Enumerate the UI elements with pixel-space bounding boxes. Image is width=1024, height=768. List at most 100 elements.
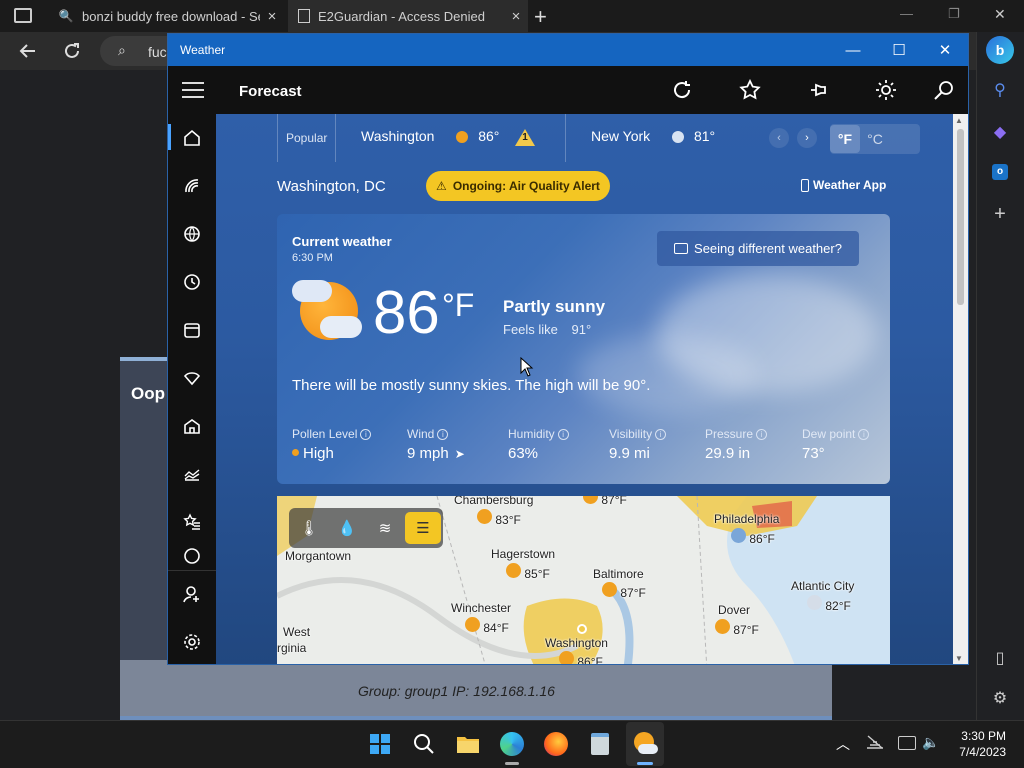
scroll-up-arrow-icon[interactable]: ▲ xyxy=(955,116,963,125)
network-icon[interactable] xyxy=(866,735,884,749)
partly-sunny-icon xyxy=(456,130,474,146)
browser-minimize-button[interactable]: — xyxy=(900,6,913,21)
windows-start-icon[interactable] xyxy=(362,725,398,763)
pin-icon[interactable] xyxy=(800,74,836,106)
strip-next-arrow-icon[interactable]: › xyxy=(797,128,817,148)
add-sidebar-app-icon[interactable]: + xyxy=(976,196,1024,232)
back-button[interactable] xyxy=(10,32,46,70)
nav-home-property-icon[interactable] xyxy=(168,402,216,450)
wind-icon[interactable]: ≋ xyxy=(367,512,403,544)
partly-sunny-icon xyxy=(506,563,521,578)
scrollbar-thumb[interactable] xyxy=(957,129,964,305)
browser-close-button[interactable]: ✕ xyxy=(994,6,1006,23)
hamburger-menu-icon[interactable] xyxy=(182,82,204,103)
seeing-different-text: Seeing different weather? xyxy=(694,241,842,256)
location-chip-new-york[interactable]: New York 81° xyxy=(591,128,715,146)
search-icon[interactable] xyxy=(926,74,962,106)
weather-app-icon[interactable] xyxy=(627,725,663,763)
weather-map[interactable]: Chambersburg 83°F 87°F Philadelphia 86°F… xyxy=(277,496,890,664)
strip-divider xyxy=(277,114,278,162)
system-clock[interactable]: 3:30 PM 7/4/2023 xyxy=(952,728,1006,760)
map-city-label: Dover xyxy=(718,603,751,617)
temperature-icon[interactable]: 🌡 xyxy=(291,512,327,544)
info-icon: i xyxy=(437,429,449,440)
search-icon[interactable] xyxy=(406,725,442,763)
nav-account-icon[interactable] xyxy=(168,570,216,618)
volume-icon[interactable]: 🔈 xyxy=(922,734,939,751)
nav-favorites-icon[interactable] xyxy=(168,498,216,546)
location-chip-washington[interactable]: Washington 86° 1 xyxy=(361,128,536,146)
address-text[interactable]: fuc xyxy=(148,44,167,60)
map-temp-label: 87°F xyxy=(715,619,759,637)
browser-tab-search[interactable]: 🔍 bonzi buddy free download - Se × xyxy=(48,0,284,32)
file-explorer-icon[interactable] xyxy=(450,725,486,763)
settings-icon[interactable]: ⚙ xyxy=(976,680,1024,716)
alert-count: 1 xyxy=(522,131,528,143)
metric-dewpoint-label: Dew point i xyxy=(802,427,870,441)
refresh-button[interactable] xyxy=(54,32,90,70)
metric-pressure-value: 29.9 in xyxy=(705,445,751,462)
nav-trends-icon[interactable] xyxy=(168,450,216,498)
maximize-button[interactable]: ☐ xyxy=(876,34,922,66)
nav-more-icon[interactable] xyxy=(168,546,216,566)
sidebar-toggle-icon[interactable]: ▯ xyxy=(976,640,1024,676)
sunny-icon xyxy=(583,496,598,504)
edge-icon[interactable] xyxy=(494,725,530,763)
nav-globe-icon[interactable] xyxy=(168,210,216,258)
window-title: Weather xyxy=(180,43,226,57)
chevron-up-icon[interactable]: ︿ xyxy=(836,734,850,754)
feels-like: Feels like 91° xyxy=(503,322,591,337)
nav-calendar-icon[interactable] xyxy=(168,306,216,354)
discover-icon[interactable]: ◆ xyxy=(976,114,1024,150)
close-button[interactable]: ✕ xyxy=(922,34,968,66)
cloud-decoration xyxy=(577,334,757,414)
brightness-icon[interactable] xyxy=(868,74,904,106)
clock-time: 3:30 PM xyxy=(961,729,1006,743)
map-region-label: West xyxy=(283,625,311,639)
air-quality-icon[interactable]: ☰ xyxy=(405,512,441,544)
bing-chat-icon[interactable]: b xyxy=(976,32,1024,68)
map-temp-label: 85°F xyxy=(506,563,550,581)
notepad-icon[interactable] xyxy=(582,725,618,763)
new-tab-button[interactable]: + xyxy=(534,4,554,29)
close-tab-button[interactable]: × xyxy=(504,8,528,25)
minimize-button[interactable]: — xyxy=(830,34,876,66)
current-temperature: 86 xyxy=(373,279,440,346)
strip-prev-arrow-icon[interactable]: ‹ xyxy=(769,128,789,148)
page-icon xyxy=(298,9,310,23)
nav-lifestyle-icon[interactable] xyxy=(168,354,216,402)
access-denied-footer: Group: group1 IP: 192.168.1.16 xyxy=(358,683,555,699)
unit-celsius-button[interactable]: °C xyxy=(860,125,890,153)
tab-actions-icon[interactable] xyxy=(14,8,32,23)
firefox-icon[interactable] xyxy=(538,725,574,763)
metric-dewpoint-value: 73° xyxy=(802,445,825,462)
display-icon[interactable] xyxy=(898,736,916,750)
tab-title: bonzi buddy free download - Se xyxy=(82,8,260,24)
map-city-label: Baltimore xyxy=(593,567,644,581)
unit-fahrenheit-button[interactable]: °F xyxy=(830,125,860,153)
metric-pressure-label: Pressure i xyxy=(705,427,768,441)
air-quality-alert-button[interactable]: ⚠ Ongoing: Air Quality Alert xyxy=(426,171,610,201)
nav-home-icon[interactable] xyxy=(168,114,216,162)
seeing-different-weather-button[interactable]: Seeing different weather? xyxy=(657,231,859,266)
sunny-icon xyxy=(465,617,480,632)
map-city-label: Winchester xyxy=(451,601,512,615)
feels-like-label: Feels like xyxy=(503,322,558,337)
nav-history-icon[interactable] xyxy=(168,258,216,306)
browser-restore-button[interactable]: ❐ xyxy=(948,6,960,22)
weather-app-link[interactable]: Weather App xyxy=(801,178,886,192)
favorite-star-icon[interactable] xyxy=(732,74,768,106)
search-icon[interactable]: ⚲ xyxy=(976,72,1024,108)
scroll-down-arrow-icon[interactable]: ▼ xyxy=(955,654,963,663)
clock-date: 7/4/2023 xyxy=(959,745,1006,759)
outlook-icon[interactable]: o xyxy=(976,154,1024,190)
close-tab-button[interactable]: × xyxy=(260,8,284,25)
access-denied-title: Oop xyxy=(131,384,165,403)
refresh-icon[interactable] xyxy=(664,74,700,106)
nav-radar-icon[interactable] xyxy=(168,162,216,210)
browser-tab-e2guardian[interactable]: E2Guardian - Access Denied × xyxy=(288,0,528,32)
current-weather-label: Current weather xyxy=(292,234,392,249)
info-icon: i xyxy=(360,429,372,440)
precipitation-icon[interactable]: 💧 xyxy=(329,512,365,544)
nav-settings-icon[interactable] xyxy=(168,618,216,664)
